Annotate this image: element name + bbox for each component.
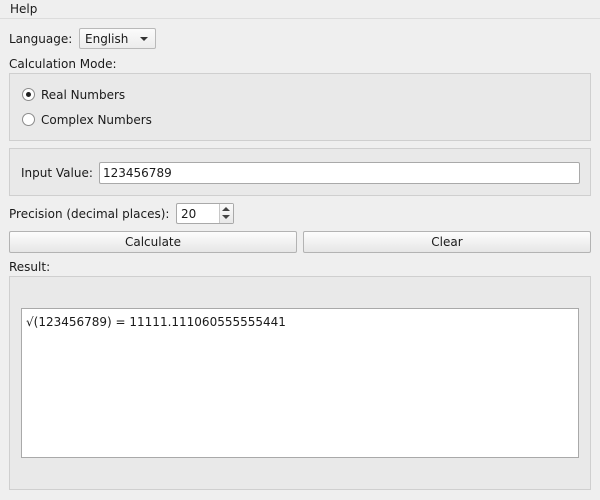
radio-complex-numbers[interactable]	[22, 113, 35, 126]
menu-bar: Help	[0, 0, 600, 19]
radio-real-numbers[interactable]	[22, 88, 35, 101]
input-value-label: Input Value:	[21, 166, 93, 180]
precision-spinbox[interactable]: 20	[176, 203, 234, 224]
result-text-area[interactable]: √(123456789) = 11111.111060555555441	[21, 308, 579, 458]
result-text: √(123456789) = 11111.111060555555441	[26, 315, 286, 329]
input-value-field[interactable]: 123456789	[99, 162, 580, 184]
menu-help[interactable]: Help	[10, 1, 37, 17]
spin-buttons[interactable]	[219, 204, 233, 223]
radio-complex-numbers-label[interactable]: Complex Numbers	[41, 112, 152, 128]
spin-down-icon[interactable]	[222, 215, 230, 219]
spin-up-icon[interactable]	[222, 207, 230, 211]
calculate-button[interactable]: Calculate	[9, 231, 297, 253]
result-label: Result:	[9, 260, 51, 274]
clear-button[interactable]: Clear	[303, 231, 591, 253]
precision-value: 20	[181, 207, 197, 221]
calculation-mode-label: Calculation Mode:	[9, 57, 117, 71]
language-label: Language:	[9, 32, 73, 46]
language-selected-value: English	[85, 32, 129, 46]
language-select[interactable]: English	[79, 28, 156, 49]
calculation-mode-group: Real Numbers Complex Numbers	[9, 73, 591, 141]
input-group: Input Value: 123456789	[9, 148, 591, 196]
chevron-down-icon	[140, 37, 148, 41]
radio-real-numbers-label[interactable]: Real Numbers	[41, 87, 125, 103]
input-value-text: 123456789	[103, 166, 172, 180]
precision-label: Precision (decimal places):	[9, 207, 170, 221]
